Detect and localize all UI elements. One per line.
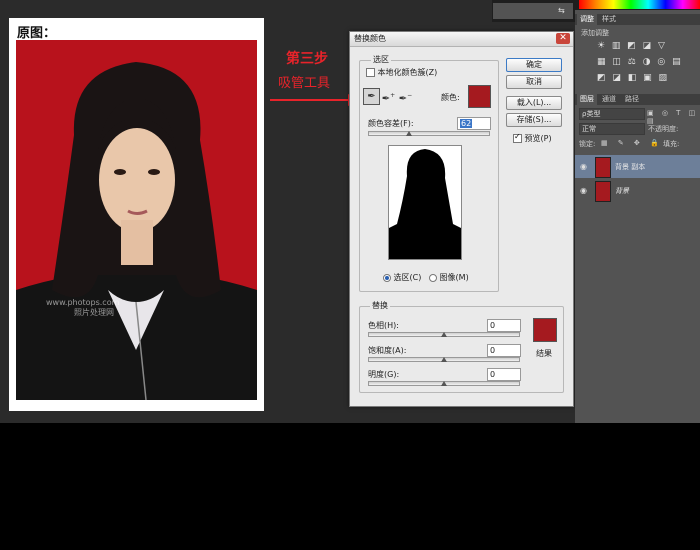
lightness-input[interactable]: 0 [487,368,521,381]
selection-color-swatch[interactable] [468,85,491,108]
tab-layers[interactable]: 图层 [577,94,597,105]
lock-label: 锁定: [579,140,596,148]
lightness-label: 明度(G): [368,370,400,379]
lock-icons[interactable]: ▦ ✎ ✥ 🔒 [601,139,663,147]
selection-group-label: 选区 [371,54,391,65]
layer-row[interactable]: ◉ 背景 副本 [575,155,700,178]
saturation-input[interactable]: 0 [487,344,521,357]
layer-row[interactable]: ◉ 背景 [575,179,700,202]
lightness-slider-thumb[interactable] [441,381,447,386]
cancel-button[interactable]: 取消 [506,75,562,89]
tab-paths[interactable]: 路径 [622,94,642,105]
hue-slider-thumb[interactable] [441,332,447,337]
tab-styles[interactable]: 样式 [599,14,619,25]
right-panel: 调整 样式 添加调整 ☀ ▥ ◩ ◪ ▽ ▦ ◫ ⚖ ◑ ◎ ▤ ◩ ◪ ◧ ▣… [575,10,700,423]
tool-annotation: 吸管工具 [278,76,331,91]
localized-clusters-option[interactable]: 本地化颜色簇(Z) [366,67,437,78]
saturation-slider-thumb[interactable] [441,357,447,362]
layer-thumbnail [595,181,611,202]
fuzziness-label: 颜色容差(F): [368,119,414,128]
filter-icons[interactable]: ▣ ◎ T ◫ ▤ [647,109,700,125]
saturation-label: 饱和度(A): [368,346,407,355]
dialog-title: 替换颜色 [354,34,386,43]
adjust-tabs: 调整 样式 [575,14,700,25]
add-adjustment-label: 添加调整 [581,29,609,37]
dialog-titlebar[interactable]: 替换颜色 ✕ [350,32,573,47]
save-button[interactable]: 存储(S)... [506,113,562,127]
radio-image[interactable] [429,273,437,282]
hue-label: 色相(H): [368,321,399,330]
layer-name: 背景 [615,187,629,195]
result-label: 结果 [536,349,552,358]
portrait-photo: www.photops.com 照片处理网 [16,40,257,400]
replacement-group-label: 替换 [370,300,390,311]
eyedropper-icon[interactable]: ✒ [363,88,380,105]
tab-channels[interactable]: 通道 [599,94,619,105]
adjustment-icons-row-2[interactable]: ▦ ◫ ⚖ ◑ ◎ ▤ [597,57,683,67]
close-icon[interactable]: ✕ [556,33,570,44]
radio-selection[interactable] [383,273,391,282]
fill-label: 填充: [663,140,680,148]
layer-filter-select[interactable]: ρ类型 [579,108,645,120]
result-color-swatch[interactable] [533,318,557,342]
eyedropper-minus-icon[interactable]: ✒− [398,88,413,104]
preview-checkbox[interactable] [513,132,522,143]
radio-selection-option[interactable]: 选区(C) [383,272,421,283]
blend-mode-select[interactable]: 正常 [579,123,645,135]
layers-tabs: 图层 通道 路径 [575,94,700,105]
fuzziness-input[interactable]: 62 [457,117,491,130]
selection-preview [388,145,462,260]
adjustment-icons-row-1[interactable]: ☀ ▥ ◩ ◪ ▽ [597,41,667,51]
fuzziness-slider[interactable] [368,131,490,136]
eye-icon[interactable]: ◉ [580,162,587,171]
load-button[interactable]: 载入(L)... [506,96,562,110]
localized-clusters-checkbox[interactable] [366,68,375,77]
color-label: 颜色: [441,93,460,102]
adjustment-icons-row-3[interactable]: ◩ ◪ ◧ ▣ ▨ [597,73,669,83]
preview-option[interactable]: 预览(P) [513,132,552,144]
eyedropper-plus-icon[interactable]: ✒+ [381,88,396,104]
tab-adjustments[interactable]: 调整 [577,14,597,25]
opacity-label: 不透明度: [648,125,679,133]
layer-thumbnail [595,157,611,178]
ok-button[interactable]: 确定 [506,58,562,72]
step-annotation: 第三步 [286,51,328,67]
original-photo-card: 原图： www.photops.com 照片处理网 [9,18,264,411]
photo-title: 原图： [17,26,57,41]
layer-name: 背景 副本 [615,163,646,171]
panel-menu-icon[interactable]: ⇆ [558,6,565,15]
photo-watermark: www.photops.com 照片处理网 [46,298,120,317]
fuzziness-slider-thumb[interactable] [406,131,412,136]
radio-image-option[interactable]: 图像(M) [429,272,469,283]
color-spectrum[interactable] [579,0,700,9]
bottom-black-area [0,423,700,550]
hue-input[interactable]: 0 [487,319,521,332]
eye-icon[interactable]: ◉ [580,186,587,195]
